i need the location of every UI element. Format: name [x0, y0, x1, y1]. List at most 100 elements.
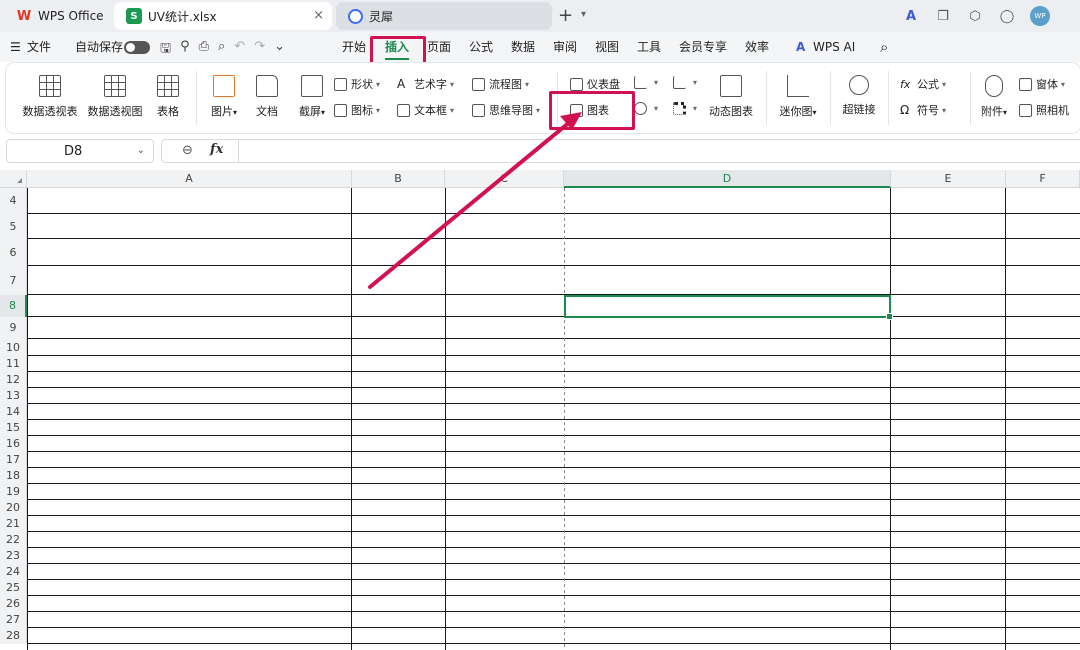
row-header[interactable]: 16	[0, 436, 27, 452]
row-header[interactable]: 28	[0, 628, 27, 644]
document-tab[interactable]: S UV统计.xlsx ×	[114, 2, 332, 30]
row-header[interactable]: 7	[0, 266, 27, 295]
column-header-a[interactable]: A	[27, 170, 352, 188]
camera-button[interactable]: 照相机	[1019, 102, 1069, 118]
shape-button[interactable]: 形状 ▾	[334, 76, 380, 92]
select-all-corner[interactable]	[0, 170, 27, 188]
textbox-button[interactable]: 文本框 ▾	[397, 102, 454, 118]
row-header[interactable]: 20	[0, 500, 27, 516]
tab-view[interactable]: 视图	[595, 32, 619, 62]
row-header[interactable]: 23	[0, 548, 27, 564]
row-header[interactable]: 10	[0, 339, 27, 356]
row-header[interactable]: 22	[0, 532, 27, 548]
tab-member[interactable]: 会员专享	[679, 32, 727, 62]
new-tab-plus-icon[interactable]: +	[558, 5, 573, 26]
row-header[interactable]: 12	[0, 372, 27, 388]
lingxi-tab[interactable]: 灵犀	[336, 2, 552, 30]
more-chevron-icon[interactable]: ⌄	[274, 39, 285, 61]
picture-button[interactable]: 图片▾	[206, 75, 242, 119]
settings-ring-icon[interactable]: ◯	[998, 7, 1016, 25]
tab-review[interactable]: 审阅	[553, 32, 577, 62]
spreadsheet-grid[interactable]: A B C D E F 4 5 6 7 8 9 10 11 12 13 14 15 16 17 18 19 20…	[0, 170, 1080, 650]
screenshot-button[interactable]: 截屏▾	[294, 75, 330, 119]
print-preview-icon[interactable]: ⌕	[218, 39, 225, 61]
save-icon[interactable]: 🖫	[160, 39, 171, 61]
row-header[interactable]: 25	[0, 580, 27, 596]
format-painter-icon[interactable]: ⚲	[180, 39, 190, 61]
chevron-down-icon[interactable]: ▾	[581, 9, 586, 20]
row-header[interactable]: 27	[0, 612, 27, 628]
line-chart-dropdown[interactable]: ▾	[673, 76, 697, 89]
dashboard-button[interactable]: 仪表盘	[570, 76, 620, 92]
column-header-b[interactable]: B	[352, 170, 445, 188]
doc-button[interactable]: 文档	[253, 75, 281, 119]
tab-tools[interactable]: 工具	[637, 32, 661, 62]
close-tab-icon[interactable]: ×	[313, 8, 324, 23]
attachment-button[interactable]: 附件▾	[976, 75, 1012, 119]
row-header[interactable]: 15	[0, 420, 27, 436]
formula-input[interactable]: ⊖ fx	[161, 139, 1080, 163]
cube-icon[interactable]: ⬡	[966, 7, 984, 25]
name-box[interactable]: D8 ⌄	[6, 139, 154, 163]
redo-icon[interactable]: ↷	[254, 39, 265, 61]
undo-icon[interactable]: ↶	[234, 39, 245, 61]
hamburger-menu-icon[interactable]: ☰	[10, 32, 21, 62]
formula-insert-button[interactable]: fx 公式 ▾	[900, 76, 946, 92]
active-cell-d8[interactable]	[564, 295, 893, 320]
chevron-down-icon[interactable]: ⌄	[137, 145, 145, 156]
dashboard-icon	[570, 77, 583, 91]
avatar[interactable]: WP	[1030, 6, 1050, 26]
wordart-label: 艺术字	[414, 78, 447, 91]
dynamic-chart-button[interactable]: 动态图表	[706, 75, 756, 119]
tab-formulas[interactable]: 公式	[469, 32, 493, 62]
column-header-f[interactable]: F	[1006, 170, 1080, 188]
row-header[interactable]: 21	[0, 516, 27, 532]
tab-data[interactable]: 数据	[511, 32, 535, 62]
row-header[interactable]: 6	[0, 239, 27, 266]
search-icon[interactable]: ⌕	[880, 32, 888, 62]
row-header[interactable]: 14	[0, 404, 27, 420]
symbol-button[interactable]: Ω 符号 ▾	[900, 102, 946, 118]
column-header-e[interactable]: E	[891, 170, 1006, 188]
sparkline-button[interactable]: 迷你图▾	[776, 75, 820, 119]
window-form-button[interactable]: 窗体 ▾	[1019, 76, 1065, 92]
pivot-table-button[interactable]: 数据透视表	[22, 75, 78, 119]
row-border	[27, 563, 1080, 564]
window-restore-icon[interactable]: ❐	[934, 7, 952, 25]
tab-page[interactable]: 页面	[427, 32, 451, 62]
row-header[interactable]: 9	[0, 317, 27, 339]
table-button[interactable]: 表格	[154, 75, 182, 119]
hyperlink-button[interactable]: 超链接	[840, 75, 878, 117]
pivot-chart-button[interactable]: 数据透视图	[87, 75, 143, 119]
tab-efficiency[interactable]: 效率	[745, 32, 769, 62]
autosave-toggle[interactable]	[124, 41, 150, 54]
mindmap-button[interactable]: 思维导图 ▾	[472, 102, 540, 118]
print-icon[interactable]: ⎙	[199, 39, 209, 61]
wordart-button[interactable]: A 艺术字 ▾	[397, 76, 454, 92]
icon-button[interactable]: 图标 ▾	[334, 102, 380, 118]
zoom-icon[interactable]: ⊖	[182, 143, 193, 158]
wps-ai-menu[interactable]: WPS AI	[813, 32, 855, 62]
row-header[interactable]: 13	[0, 388, 27, 404]
column-header-d[interactable]: D	[564, 170, 891, 188]
pie-chart-dropdown[interactable]: ▾	[634, 102, 658, 115]
wps-ai-logo-icon[interactable]: A	[902, 7, 920, 25]
row-header[interactable]: 18	[0, 468, 27, 484]
row-header[interactable]: 26	[0, 596, 27, 612]
column-header-c[interactable]: C	[445, 170, 564, 188]
file-menu[interactable]: 文件	[27, 32, 51, 62]
row-header[interactable]: 19	[0, 484, 27, 500]
scatter-chart-icon	[673, 102, 686, 115]
wps-office-tab[interactable]: W WPS Office	[4, 2, 104, 30]
row-header[interactable]: 24	[0, 564, 27, 580]
flowchart-button[interactable]: 流程图 ▾	[472, 76, 529, 92]
row-header[interactable]: 17	[0, 452, 27, 468]
row-header[interactable]: 5	[0, 214, 27, 239]
fx-icon[interactable]: fx	[210, 142, 223, 157]
column-chart-dropdown[interactable]: ▾	[634, 76, 658, 89]
tab-home[interactable]: 开始	[342, 32, 366, 62]
row-header[interactable]: 8	[0, 295, 27, 317]
row-header[interactable]: 11	[0, 356, 27, 372]
scatter-chart-dropdown[interactable]: ▾	[673, 102, 697, 115]
row-header[interactable]: 4	[0, 188, 27, 214]
